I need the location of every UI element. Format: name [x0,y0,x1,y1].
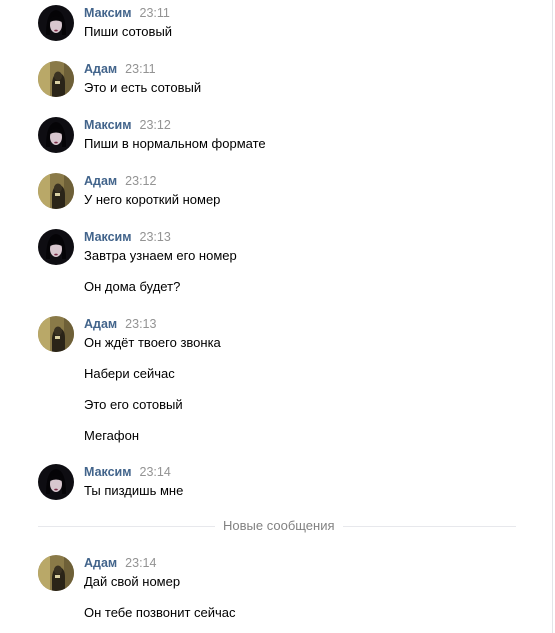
avatar-maksim-image [38,5,74,41]
message-body: Максим 23:14 Ты пиздишь мне [84,464,514,499]
avatar[interactable] [38,5,74,41]
message-text: Пиши сотовый [84,24,173,39]
new-messages-label: Новые сообщения [215,518,343,534]
message-text: Он тебе позвонит сейчас [84,605,236,620]
message-time[interactable]: 23:14 [140,465,171,479]
message-header: Адам 23:14 [84,555,514,571]
message-time[interactable]: 23:13 [125,317,156,331]
message-header: Максим 23:14 [84,464,514,480]
message-text: Набери сейчас [84,366,175,381]
message-time[interactable]: 23:12 [140,118,171,132]
message-time[interactable]: 23:11 [140,6,170,20]
message-text: Мегафон [84,428,139,443]
message-text: Пиши в нормальном формате [84,136,266,151]
author-name[interactable]: Адам [84,62,117,76]
message-text: Завтра узнаем его номер [84,248,237,263]
avatar[interactable] [38,464,74,500]
author-name[interactable]: Максим [84,118,132,132]
message-time[interactable]: 23:12 [125,174,156,188]
avatar-maksim-image [38,464,74,500]
author-name[interactable]: Максим [84,230,132,244]
message-body: Адам 23:13 Он ждёт твоего звонка Набери с… [84,316,514,444]
message-text: Он ждёт твоего звонка [84,335,221,350]
message-body: Максим 23:13 Завтра узнаем его номер Он д… [84,229,514,295]
avatar-adam-image [38,316,74,352]
avatar-adam-image [38,173,74,209]
message-time[interactable]: 23:13 [140,230,171,244]
author-name[interactable]: Максим [84,465,132,479]
avatar-maksim-image [38,229,74,265]
message-text: Он дома будет? [84,279,181,294]
message-body: Адам 23:12 У него короткий номер [84,173,514,208]
message-text: Это его сотовый [84,397,183,412]
message-body: Максим 23:12 Пиши в нормальном формате [84,117,514,152]
message-text: Это и есть сотовый [84,80,202,95]
author-name[interactable]: Адам [84,317,117,331]
message-body: Максим 23:11 Пиши сотовый [84,5,514,40]
avatar[interactable] [38,316,74,352]
message-header: Максим 23:11 [84,5,514,21]
message-header: Адам 23:12 [84,173,514,189]
message-time[interactable]: 23:14 [125,556,156,570]
author-name[interactable]: Максим [84,6,132,20]
author-name[interactable]: Адам [84,556,117,570]
message-time[interactable]: 23:11 [125,62,155,76]
avatar[interactable] [38,173,74,209]
message-header: Максим 23:12 [84,117,514,133]
message-text: У него короткий номер [84,192,221,207]
message-header: Максим 23:13 [84,229,514,245]
message-body: Адам 23:11 Это и есть сотовый [84,61,514,96]
avatar[interactable] [38,229,74,265]
message-text: Дай свой номер [84,574,181,589]
avatar[interactable] [38,555,74,591]
avatar-maksim-image [38,117,74,153]
message-body: Адам 23:14 Дай свой номер Он тебе позвони… [84,555,514,621]
message-header: Адам 23:13 [84,316,514,332]
avatar-adam-image [38,555,74,591]
conversation-history: Максим 23:11 Пиши сотовый Адам 23:11 Это и… [0,0,553,633]
avatar[interactable] [38,61,74,97]
avatar[interactable] [38,117,74,153]
message-header: Адам 23:11 [84,61,514,77]
author-name[interactable]: Адам [84,174,117,188]
avatar-adam-image [38,61,74,97]
message-text: Ты пиздишь мне [84,483,184,498]
